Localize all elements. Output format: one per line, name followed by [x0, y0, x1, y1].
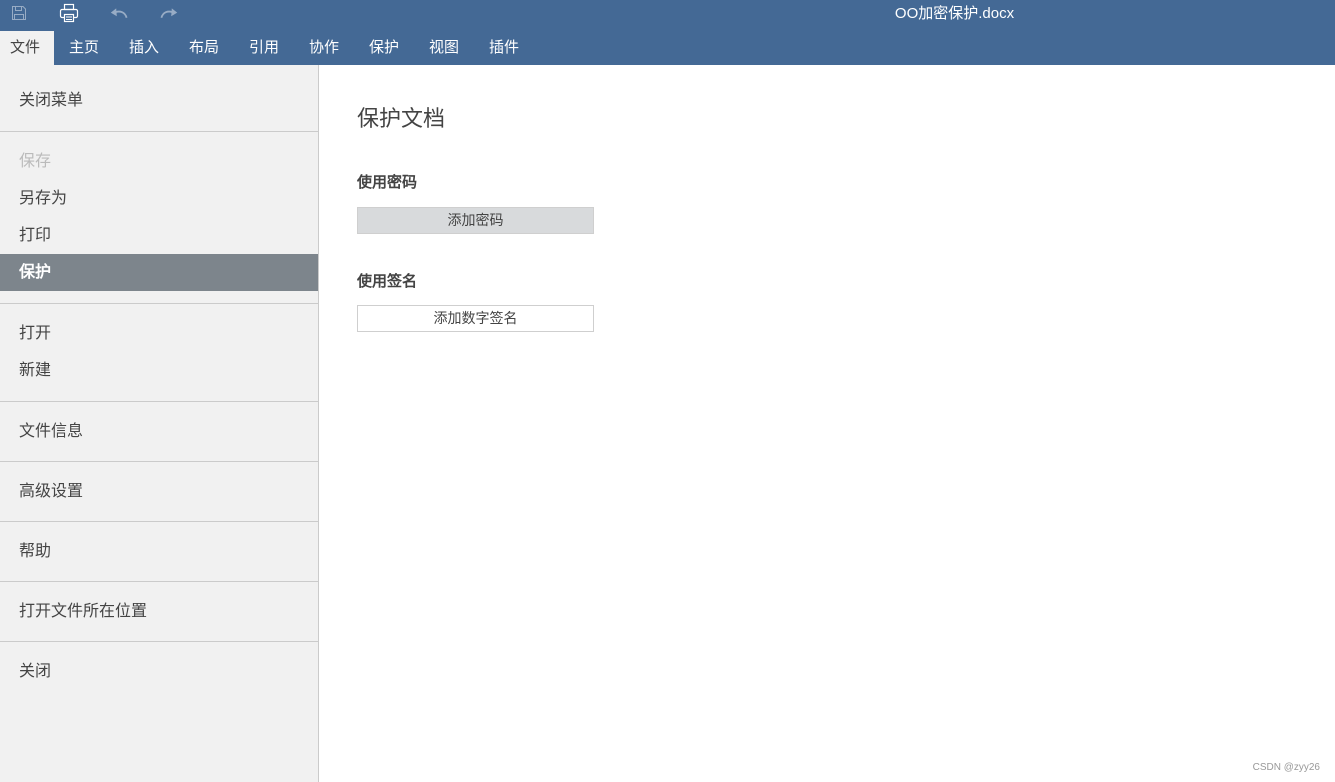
- menu-item-open[interactable]: 打开: [0, 315, 318, 352]
- tab-protection[interactable]: 保护: [354, 31, 414, 65]
- menu-group: 保存 另存为 打印 保护: [0, 132, 318, 303]
- menu-group: 帮助: [0, 522, 318, 581]
- signature-section-heading: 使用签名: [357, 273, 418, 290]
- tab-references[interactable]: 引用: [234, 31, 294, 65]
- menu-item-protect[interactable]: 保护: [0, 254, 318, 291]
- password-section-heading: 使用密码: [357, 174, 418, 191]
- app-header: OO加密保护.docx 文件 主页 插入 布局 引用 协作 保护 视图 插件: [0, 0, 1335, 65]
- ribbon-tabs: 文件 主页 插入 布局 引用 协作 保护 视图 插件: [0, 31, 534, 65]
- file-menu-panel: 关闭菜单 保存 另存为 打印 保护 打开 新建 文件信息 高级设置 帮助 打开文…: [0, 65, 319, 782]
- menu-item-close-menu[interactable]: 关闭菜单: [0, 82, 318, 119]
- menu-item-file-info[interactable]: 文件信息: [0, 413, 318, 450]
- menu-item-help[interactable]: 帮助: [0, 533, 318, 570]
- menu-item-save: 保存: [19, 153, 52, 170]
- menu-group: 打开文件所在位置: [0, 582, 318, 641]
- menu-item-advanced-settings[interactable]: 高级设置: [0, 473, 318, 510]
- print-button[interactable]: [56, 0, 82, 26]
- menu-item-close[interactable]: 关闭: [0, 653, 318, 690]
- tab-file[interactable]: 文件: [0, 31, 54, 65]
- tab-insert[interactable]: 插入: [114, 31, 174, 65]
- tab-layout[interactable]: 布局: [174, 31, 234, 65]
- protect-document-panel: 保护文档 使用密码 添加密码 使用签名 添加数字签名 CSDN @zyy26: [319, 65, 1335, 782]
- tab-home[interactable]: 主页: [54, 31, 114, 65]
- watermark: CSDN @zyy26: [1252, 762, 1320, 773]
- menu-item-save-as[interactable]: 另存为: [0, 180, 318, 217]
- tab-view[interactable]: 视图: [414, 31, 474, 65]
- menu-group: 高级设置: [0, 462, 318, 521]
- menu-group: 打开 新建: [0, 304, 318, 401]
- redo-button: [156, 0, 182, 26]
- menu-group: 文件信息: [0, 402, 318, 461]
- add-digital-signature-button[interactable]: 添加数字签名: [357, 305, 594, 332]
- menu-item-print[interactable]: 打印: [0, 217, 318, 254]
- page-title: 保护文档: [357, 106, 446, 131]
- undo-icon: [110, 7, 128, 19]
- menu-item-new[interactable]: 新建: [0, 352, 318, 389]
- tab-plugins[interactable]: 插件: [474, 31, 534, 65]
- undo-button: [106, 0, 132, 26]
- save-icon: [11, 5, 27, 21]
- print-icon: [59, 3, 79, 23]
- redo-icon: [160, 7, 178, 19]
- add-password-button[interactable]: 添加密码: [357, 207, 594, 234]
- tab-collaboration[interactable]: 协作: [294, 31, 354, 65]
- menu-group: 关闭菜单: [0, 65, 318, 131]
- menu-group: 关闭: [0, 642, 318, 701]
- save-button: [6, 0, 32, 26]
- document-title: OO加密保护.docx: [894, 5, 1015, 22]
- menu-item-open-file-location[interactable]: 打开文件所在位置: [0, 593, 318, 630]
